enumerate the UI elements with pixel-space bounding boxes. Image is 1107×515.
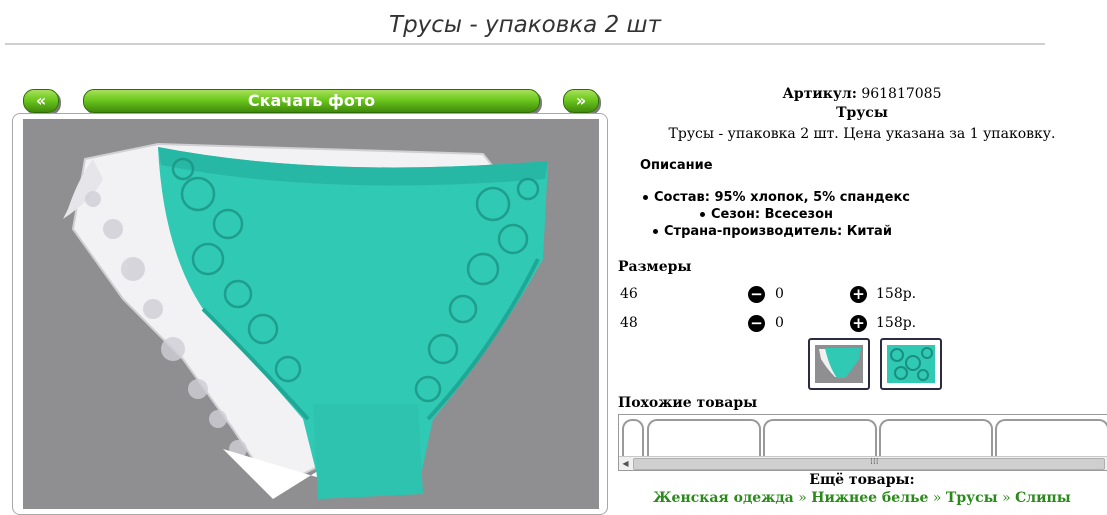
next-photo-button[interactable]: » bbox=[563, 89, 599, 113]
scroll-left-icon[interactable]: ◀ bbox=[619, 457, 632, 470]
bullet-icon bbox=[643, 195, 648, 200]
spec-value: Китай bbox=[846, 224, 892, 239]
scrollbar-thumb[interactable]: ⁞⁞⁞ bbox=[633, 457, 1105, 470]
article-label: Артикул: bbox=[782, 86, 857, 102]
similar-heading: Похожие товары bbox=[618, 395, 758, 411]
breadcrumb-link[interactable]: Слипы bbox=[1015, 490, 1071, 506]
minus-icon[interactable]: − bbox=[748, 286, 765, 303]
price-value: 158р. bbox=[876, 315, 917, 331]
grip-icon: ⁞⁞⁞ bbox=[870, 457, 879, 467]
size-row: 48 − 0 + 158р. bbox=[618, 315, 1098, 335]
spec-country: Страна-производитель: Китай bbox=[653, 224, 892, 239]
spec-label: Сезон: bbox=[711, 207, 761, 222]
photo-thumbnail[interactable] bbox=[880, 338, 942, 390]
spec-value: 95% хлопок, 5% спандекс bbox=[714, 190, 911, 205]
horizontal-scrollbar[interactable]: ◀ ⁞⁞⁞ bbox=[619, 456, 1107, 470]
thumbnail-image bbox=[887, 345, 935, 383]
prev-photo-button[interactable]: « bbox=[23, 89, 59, 113]
plus-icon[interactable]: + bbox=[850, 315, 867, 332]
breadcrumb-separator: » bbox=[932, 490, 942, 506]
photo-thumbnail[interactable] bbox=[808, 338, 870, 390]
spec-composition: Состав: 95% хлопок, 5% спандекс bbox=[643, 190, 910, 205]
similar-product-item[interactable] bbox=[622, 419, 644, 461]
product-description: Трусы - упаковка 2 шт. Цена указана за 1… bbox=[668, 126, 1056, 142]
similar-products-carousel: ◀ ⁞⁞⁞ bbox=[618, 414, 1107, 471]
photo-frame bbox=[12, 113, 608, 515]
similar-product-item[interactable] bbox=[647, 419, 761, 461]
size-row: 46 − 0 + 158р. bbox=[618, 286, 1098, 306]
breadcrumb-separator: » bbox=[798, 490, 807, 506]
price-value: 158р. bbox=[876, 286, 917, 302]
spec-label: Состав: bbox=[654, 190, 710, 205]
download-photo-button[interactable]: Скачать фото bbox=[83, 89, 540, 113]
breadcrumb: Женская одежда » Нижнее белье » Трусы » … bbox=[618, 490, 1106, 506]
page-title: Трусы - упаковка 2 шт bbox=[389, 12, 661, 38]
bullet-icon bbox=[700, 212, 705, 217]
bullet-icon bbox=[653, 229, 658, 234]
similar-product-item[interactable] bbox=[995, 419, 1107, 461]
title-divider bbox=[5, 43, 1045, 45]
spec-label: Страна-производитель: bbox=[664, 224, 843, 239]
product-name: Трусы bbox=[836, 105, 888, 121]
breadcrumb-link[interactable]: Нижнее белье bbox=[811, 490, 928, 506]
product-photo[interactable] bbox=[23, 119, 599, 509]
description-heading: Описание bbox=[640, 158, 713, 173]
article-number: 961817085 bbox=[861, 86, 942, 102]
breadcrumb-separator: » bbox=[1002, 490, 1011, 506]
spec-season: Сезон: Всесезон bbox=[700, 207, 833, 222]
quantity-value: 0 bbox=[775, 286, 784, 302]
breadcrumb-link[interactable]: Трусы bbox=[946, 490, 998, 506]
minus-icon[interactable]: − bbox=[748, 315, 765, 332]
plus-icon[interactable]: + bbox=[850, 286, 867, 303]
breadcrumb-link[interactable]: Женская одежда bbox=[653, 490, 794, 506]
similar-product-item[interactable] bbox=[763, 419, 877, 461]
size-value: 46 bbox=[620, 286, 638, 302]
article-line: Артикул: 961817085 bbox=[618, 86, 1106, 102]
size-value: 48 bbox=[620, 315, 638, 331]
quantity-value: 0 bbox=[775, 315, 784, 331]
sizes-heading: Размеры bbox=[618, 259, 692, 275]
more-products-heading: Ещё товары: bbox=[809, 472, 915, 488]
thumbnail-image bbox=[815, 345, 863, 383]
similar-product-item[interactable] bbox=[879, 419, 993, 461]
spec-value: Всесезон bbox=[764, 207, 833, 222]
product-photo-image bbox=[63, 142, 548, 499]
